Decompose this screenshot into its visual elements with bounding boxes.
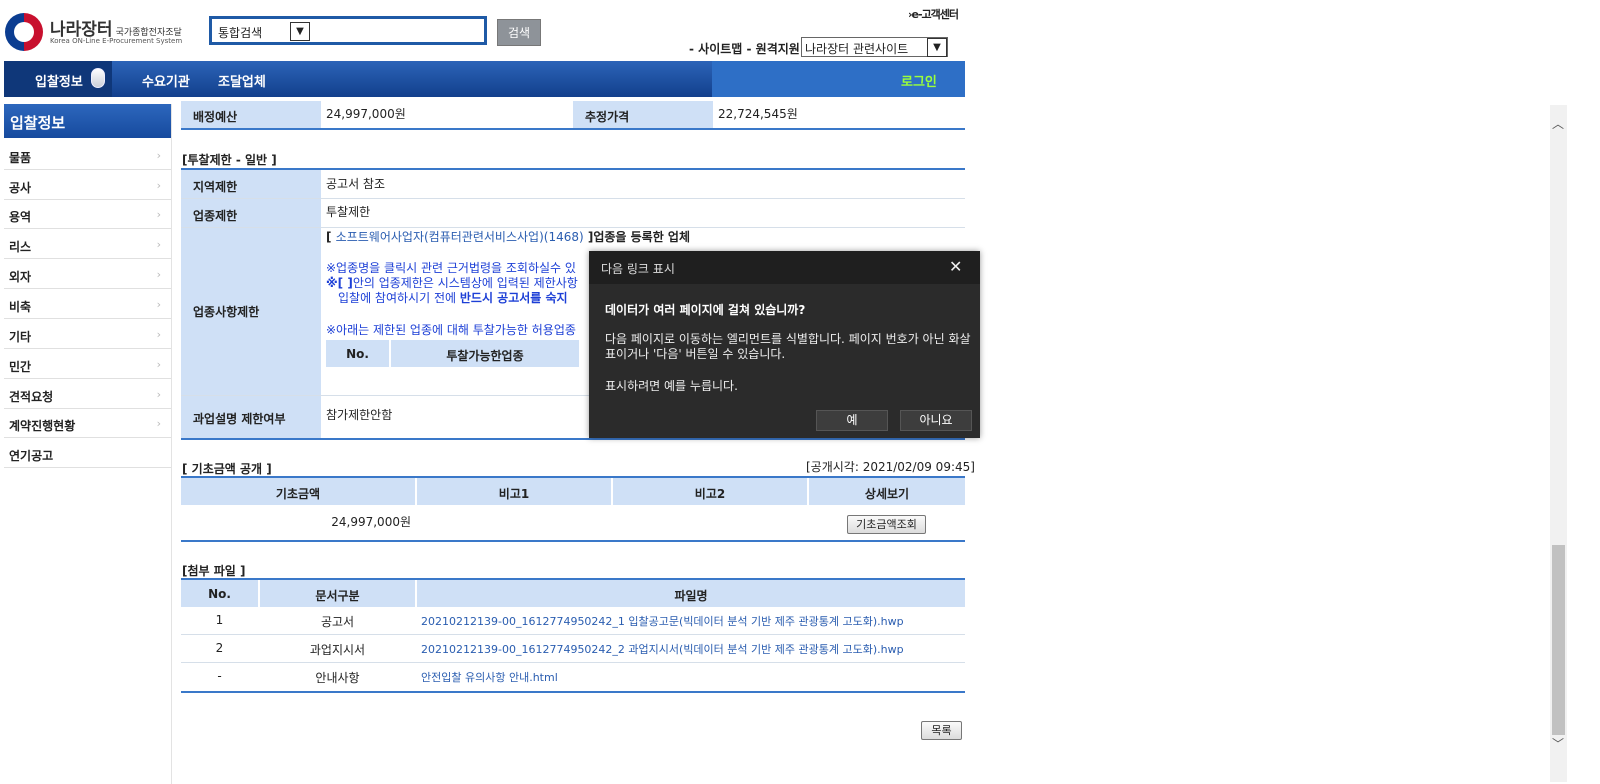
chevron-right-icon: › <box>156 268 161 281</box>
notice-3: 입찰에 참여하시기 전에 <box>338 291 460 305</box>
search-input[interactable] <box>312 21 486 43</box>
chevron-down-icon: ▼ <box>927 38 947 57</box>
estimated-price-label: 추정가격 <box>573 101 713 129</box>
sub-header-no: No. <box>326 340 389 367</box>
chevron-down-icon: ▼ <box>290 22 310 41</box>
sidebar-item-private[interactable]: 민간 › <box>4 350 171 379</box>
notice-2: 안의 업종제한은 시스템상에 입력된 제한사항 <box>352 276 578 290</box>
chevron-right-icon: › <box>156 179 161 192</box>
chevron-right-icon: › <box>156 358 161 371</box>
show-next-link-dialog: 다음 링크 표시 ✕ 데이터가 여러 페이지에 걸쳐 있습니까? 다음 페이지로… <box>589 251 980 438</box>
restriction-section-title: [투찰제한 - 일반 ] <box>182 153 277 167</box>
nav-demand-agency[interactable]: 수요기관 <box>142 71 190 90</box>
yes-button[interactable]: 예 <box>816 410 888 431</box>
region-restriction-value: 공고서 참조 <box>326 177 386 191</box>
vertical-scrollbar[interactable]: ︿ ﹀ <box>1550 105 1567 782</box>
chevron-right-icon: › <box>156 328 161 341</box>
col-filename: 파일명 <box>417 580 965 607</box>
col-base-amount: 기초금액 <box>181 478 415 505</box>
attachment-type: 안내사항 <box>315 671 360 685</box>
dialog-question: 데이터가 여러 페이지에 걸쳐 있습니까? <box>605 303 806 317</box>
sidebar-item-lease[interactable]: 리스 › <box>4 230 171 259</box>
divider <box>181 540 965 542</box>
chevron-right-icon: › <box>156 417 161 430</box>
government-emblem-icon <box>5 13 43 51</box>
sidebar-item-construction[interactable]: 공사 › <box>4 171 171 200</box>
search-button[interactable]: 검색 <box>497 19 541 46</box>
attachment-no: 2 <box>215 641 224 655</box>
dialog-prompt: 표시하려면 예를 누릅니다. <box>605 379 738 393</box>
scroll-down-icon[interactable]: ﹀ <box>1552 735 1564 752</box>
scroll-thumb[interactable] <box>1552 545 1565 735</box>
attachment-type: 과업지시서 <box>309 643 366 657</box>
dialog-title: 다음 링크 표시 <box>601 262 675 276</box>
col-note1: 비고1 <box>417 478 611 505</box>
col-note2: 비고2 <box>613 478 807 505</box>
col-detail: 상세보기 <box>809 478 965 505</box>
attachment-no: 1 <box>215 613 224 627</box>
sidebar-item-contract-status[interactable]: 계약진행현황 › <box>4 409 171 438</box>
mouse-icon <box>91 68 105 88</box>
sidebar: 입찰정보 물품 › 공사 › 용역 › 리스 › 외자 › 비축 › 기타 › 민간 › 견적요… <box>4 104 172 784</box>
chevron-right-icon: › <box>156 238 161 251</box>
nav-supplier[interactable]: 조달업체 <box>218 71 266 90</box>
region-restriction-label: 지역제한 <box>181 170 321 198</box>
budget-value: 24,997,000원 <box>326 107 406 121</box>
industry-link[interactable]: 소프트웨어사업자(컴퓨터관련서비스사업)(1468) <box>336 230 584 244</box>
chevron-right-icon: › <box>156 149 161 162</box>
divider <box>181 438 965 440</box>
divider <box>181 691 965 693</box>
estimated-price-value: 22,724,545원 <box>718 107 798 121</box>
scroll-up-icon[interactable]: ︿ <box>1552 115 1564 132</box>
logo-english: Korea ON-Line E-Procurement System <box>50 37 183 45</box>
notice-4: ※아래는 제한된 업종에 대해 투찰가능한 허용업종 <box>326 323 576 337</box>
briefing-restriction-label: 과업설명 제한여부 <box>181 396 321 438</box>
divider <box>181 128 965 130</box>
nav-bid-info[interactable]: 입찰정보 <box>35 71 83 90</box>
col-doc-type: 문서구분 <box>260 580 415 607</box>
sidebar-item-goods[interactable]: 물품 › <box>4 141 171 170</box>
main-nav: 입찰정보 수요기관 조달업체 로그인 <box>4 61 965 97</box>
sidebar-item-stockpile[interactable]: 비축 › <box>4 290 171 319</box>
base-amount-section-title: [ 기초금액 공개 ] <box>182 462 272 476</box>
attachment-no: - <box>217 669 222 683</box>
attachments-section-title: [첨부 파일 ] <box>182 564 246 578</box>
sidebar-title: 입찰정보 <box>4 104 171 138</box>
budget-label: 배정예산 <box>181 101 321 129</box>
no-button[interactable]: 아니요 <box>900 410 972 431</box>
briefing-restriction-value: 참가제한안함 <box>326 408 393 422</box>
chevron-right-icon: › <box>156 208 161 221</box>
search-category-select[interactable]: 통합검색 ▼ <box>216 22 310 41</box>
sidebar-item-foreign[interactable]: 외자 › <box>4 260 171 289</box>
sitemap-remote-support-links[interactable]: - 사이트맵 - 원격지원 <box>689 40 800 57</box>
sub-header-industry: 투찰가능한업종 <box>391 340 579 367</box>
attachment-file-link[interactable]: 20210212139-00_1612774950242_2 과업지시서(빅데이… <box>421 641 904 657</box>
e-customer-center-link[interactable]: ›e-고객센터 <box>908 6 959 22</box>
industry-items-label: 업종사항제한 <box>181 228 321 395</box>
chevron-right-icon: › <box>156 388 161 401</box>
attachment-file-link[interactable]: 20210212139-00_1612774950242_1 입찰공고문(빅데이… <box>421 613 904 629</box>
attachment-type: 공고서 <box>320 615 355 629</box>
sidebar-item-etc[interactable]: 기타 › <box>4 320 171 349</box>
sidebar-item-service[interactable]: 용역 › <box>4 200 171 229</box>
sidebar-item-postponed[interactable]: 연기공고 <box>4 439 171 468</box>
base-amount-value: 24,997,000원 <box>331 515 411 529</box>
open-time: [공개시각: 2021/02/09 09:45] <box>806 460 975 474</box>
col-no: No. <box>181 580 258 607</box>
dialog-description: 다음 페이지로 이동하는 엘리먼트를 식별합니다. 페이지 번호가 아닌 화살표… <box>605 332 971 361</box>
attachment-file-link[interactable]: 안전입찰 유의사항 안내.html <box>421 669 558 685</box>
chevron-right-icon: › <box>156 298 161 311</box>
login-link[interactable]: 로그인 <box>901 71 937 90</box>
related-sites-select[interactable]: 나라장터 관련사이트 ▼ <box>801 37 948 57</box>
sidebar-item-quote-request[interactable]: 견적요청 › <box>4 380 171 409</box>
base-amount-lookup-button[interactable]: 기초금액조회 <box>847 515 926 534</box>
narajangteo-logo[interactable]: 나라장터 국가종합전자조달 Korea ON-Line E-Procurement… <box>5 13 195 53</box>
close-icon[interactable]: ✕ <box>949 257 962 276</box>
search-box: 통합검색 ▼ <box>209 16 487 45</box>
industry-restriction-value: 투찰제한 <box>326 205 371 219</box>
list-button[interactable]: 목록 <box>921 721 962 740</box>
industry-restriction-label: 업종제한 <box>181 199 321 227</box>
